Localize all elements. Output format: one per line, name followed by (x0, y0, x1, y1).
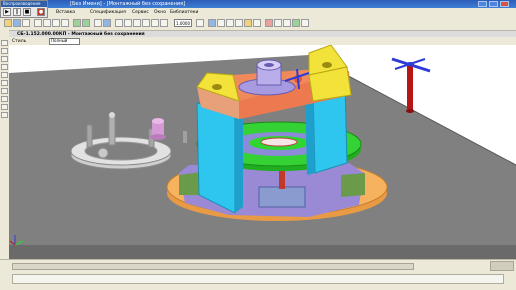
hidden-lines-icon[interactable] (226, 19, 234, 27)
window-title-bar: [Без Имени] - [Монтажный без сохранения] (0, 0, 516, 8)
menu-item-specification[interactable]: Спецификация (90, 10, 126, 15)
document-title: СБ-1.152.000.00КП - Монтажный без сохран… (17, 31, 145, 37)
save-icon[interactable] (22, 19, 30, 27)
stop-button[interactable]: ■ (23, 8, 31, 16)
tree-icon[interactable] (103, 19, 111, 27)
properties-icon[interactable] (94, 19, 102, 27)
horizontal-scrollbar[interactable] (12, 263, 414, 270)
play-icon: ▶ (5, 9, 9, 15)
main-toolbar: 1.0000 (0, 17, 516, 31)
zoom-window-icon[interactable] (133, 19, 141, 27)
open-file-icon[interactable] (13, 19, 21, 27)
pause-button[interactable]: ‖ (13, 8, 21, 16)
view-orientation-icon[interactable] (208, 19, 216, 27)
model-scene[interactable] (9, 45, 516, 259)
minimize-button[interactable] (478, 1, 487, 7)
style-label: Стиль (12, 38, 27, 44)
pan-icon[interactable] (142, 19, 150, 27)
platform-edge (9, 245, 516, 259)
close-button[interactable] (500, 1, 509, 7)
menu-item-service[interactable]: Сервис (132, 10, 149, 15)
model-viewport[interactable] (9, 45, 516, 259)
tool-move-icon[interactable] (1, 56, 8, 62)
print-icon[interactable] (34, 19, 42, 27)
wireframe-icon[interactable] (217, 19, 225, 27)
menu-item-window[interactable]: Окно (154, 10, 166, 15)
record-button[interactable]: ● (37, 8, 45, 16)
menu-bar: Вставка Спецификация Сервис Окно Библиот… (48, 8, 516, 17)
paste-icon[interactable] (61, 19, 69, 27)
tool-mate-icon[interactable] (1, 48, 8, 54)
record-icon: ● (38, 9, 44, 15)
stop-icon: ■ (24, 9, 30, 15)
zoom-out-icon[interactable] (124, 19, 132, 27)
shaded-edges-icon[interactable] (244, 19, 252, 27)
play-button[interactable]: ▶ (3, 8, 11, 16)
cut-icon[interactable] (43, 19, 51, 27)
perspective-icon[interactable] (253, 19, 261, 27)
scroll-button[interactable] (490, 261, 514, 271)
copy-icon[interactable] (52, 19, 60, 27)
new-file-icon[interactable] (4, 19, 12, 27)
status-bar (12, 274, 504, 284)
playback-panel-title: Воспроизведение (1, 1, 47, 7)
rotate-icon[interactable] (151, 19, 159, 27)
pause-icon: ‖ (15, 9, 19, 15)
maximize-button[interactable] (489, 1, 498, 7)
tool-library-icon[interactable] (1, 112, 8, 118)
menu-item-insert[interactable]: Вставка (56, 10, 75, 15)
tool-select-icon[interactable] (1, 88, 8, 94)
tool-measure-icon[interactable] (1, 80, 8, 86)
tool-component-icon[interactable] (1, 40, 8, 46)
style-select[interactable]: Полный (49, 38, 80, 45)
window-title: [Без Имени] - [Монтажный без сохранения] (70, 1, 186, 7)
undo-icon[interactable] (73, 19, 81, 27)
refresh-icon[interactable] (196, 19, 204, 27)
playback-panel: Воспроизведение ▶ ‖ ■ ● (0, 0, 48, 18)
redo-icon[interactable] (82, 19, 90, 27)
zoom-input[interactable]: 1.0000 (174, 19, 192, 27)
tool-rotate-icon[interactable] (1, 64, 8, 70)
shaded-icon[interactable] (235, 19, 243, 27)
menu-item-libraries[interactable]: Библиотеки (170, 10, 198, 15)
zoom-in-icon[interactable] (115, 19, 123, 27)
zoom-all-icon[interactable] (160, 19, 168, 27)
filter-icon[interactable] (274, 19, 282, 27)
tool-spec-icon[interactable] (1, 96, 8, 102)
help-icon[interactable] (301, 19, 309, 27)
layers-icon[interactable] (292, 19, 300, 27)
tool-sketch-icon[interactable] (1, 72, 8, 78)
column-left (196, 102, 243, 214)
tool-edit-icon[interactable] (1, 104, 8, 110)
snap-icon[interactable] (283, 19, 291, 27)
section-icon[interactable] (265, 19, 273, 27)
bottom-panel (0, 259, 516, 290)
